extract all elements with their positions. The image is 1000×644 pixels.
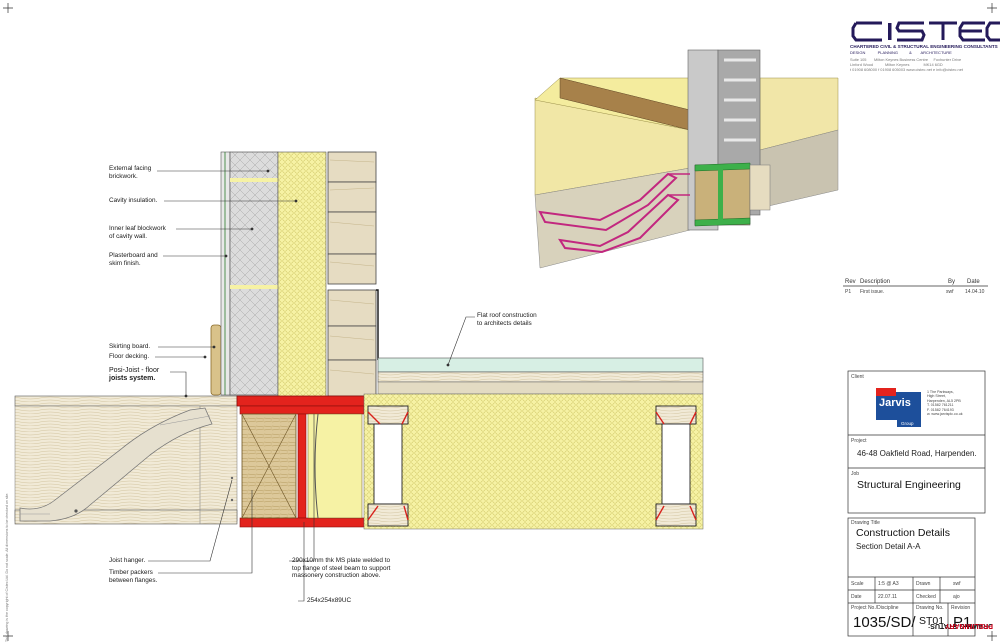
drawing-title: Construction Details [856,527,950,539]
client-address: 1 The Parkways, High Street, Harpenden, AL… [927,390,963,417]
scale-value: 1:5 @ A3 [878,581,899,587]
drawn-value: swf [953,581,961,587]
client-label: Client [851,374,864,380]
label-timber-packers: Timber packers between flanges. [109,569,158,584]
label-inner-leaf: Inner leaf blockwork of cavity wall. [109,225,166,240]
isometric-3d-view [533,49,840,280]
side-copyright-note: This drawing is the copyright of Cistec … [5,492,9,642]
drawno-label: Drawing No. [916,605,944,611]
logo-address: Suite 105 Milton Keynes Business Centre … [850,57,963,72]
label-joist-hanger: Joist hanger. [109,557,146,564]
date-value: 22.07.11 [878,594,898,600]
rev-header-description: Description [860,279,891,285]
rev-row-date: 14.04.10 [965,289,985,295]
label-external-facing: External facing brickwork. [109,165,152,180]
label-cavity-insulation: Cavity insulation. [109,197,158,204]
rev-header-date: Date [967,279,980,285]
drawn-label: Drawn [916,581,931,587]
label-posi-joist: Posi-Joist - floor joists system. [109,367,160,382]
jarvis-logo-text: Jarvis [879,397,911,409]
date-label: Date [851,594,862,600]
rev-row-by: swf [946,289,954,295]
status-value: PRELIMINARY [945,622,993,629]
logo-tagline: CHARTERED CIVIL & STRUCTURAL ENGINEERING… [850,44,998,49]
jarvis-logo-sub: Group [901,421,914,426]
label-skirting: Skirting board. [109,343,151,350]
job-label: Job [851,471,860,477]
projno-label: Project No./Discipline [851,605,899,611]
cistec-logo [851,21,1000,42]
project-label: Project [851,438,867,444]
label-flat-roof: Flat roof construction to architects deta… [477,312,537,327]
project-value: 46-48 Oakfield Road, Harpenden. [857,449,977,458]
logo-sub: DESIGN PLANNING & ARCHITECTURE [850,50,952,55]
projno-value: 1035/SD/ [853,614,916,631]
rev-row-description: First issue. [860,289,885,295]
job-value: Structural Engineering [857,479,961,491]
drawing-subtitle: Section Detail A-A [856,542,921,551]
label-floor-decking: Floor decking. [109,353,150,360]
rev-row-rev: P1 [845,289,852,295]
label-uc-section: 254x254x89UC [307,597,352,604]
label-ms-plate: 290x10mm thk MS plate welded to top flang… [292,557,391,580]
rev-header-by: By [948,279,956,285]
label-plasterboard: Plasterboard and skim finish. [109,252,158,267]
scale-label: Scale [851,581,864,587]
revision-label: Revision [951,605,971,611]
checked-label: Checked [916,594,936,600]
rev-header-rev: Rev [845,279,856,285]
drawing-status: DRAWING STATUS: PRELIMINARY [928,522,997,640]
drawing-title-label: Drawing Title [851,520,880,526]
checked-value: ajo [953,594,960,600]
